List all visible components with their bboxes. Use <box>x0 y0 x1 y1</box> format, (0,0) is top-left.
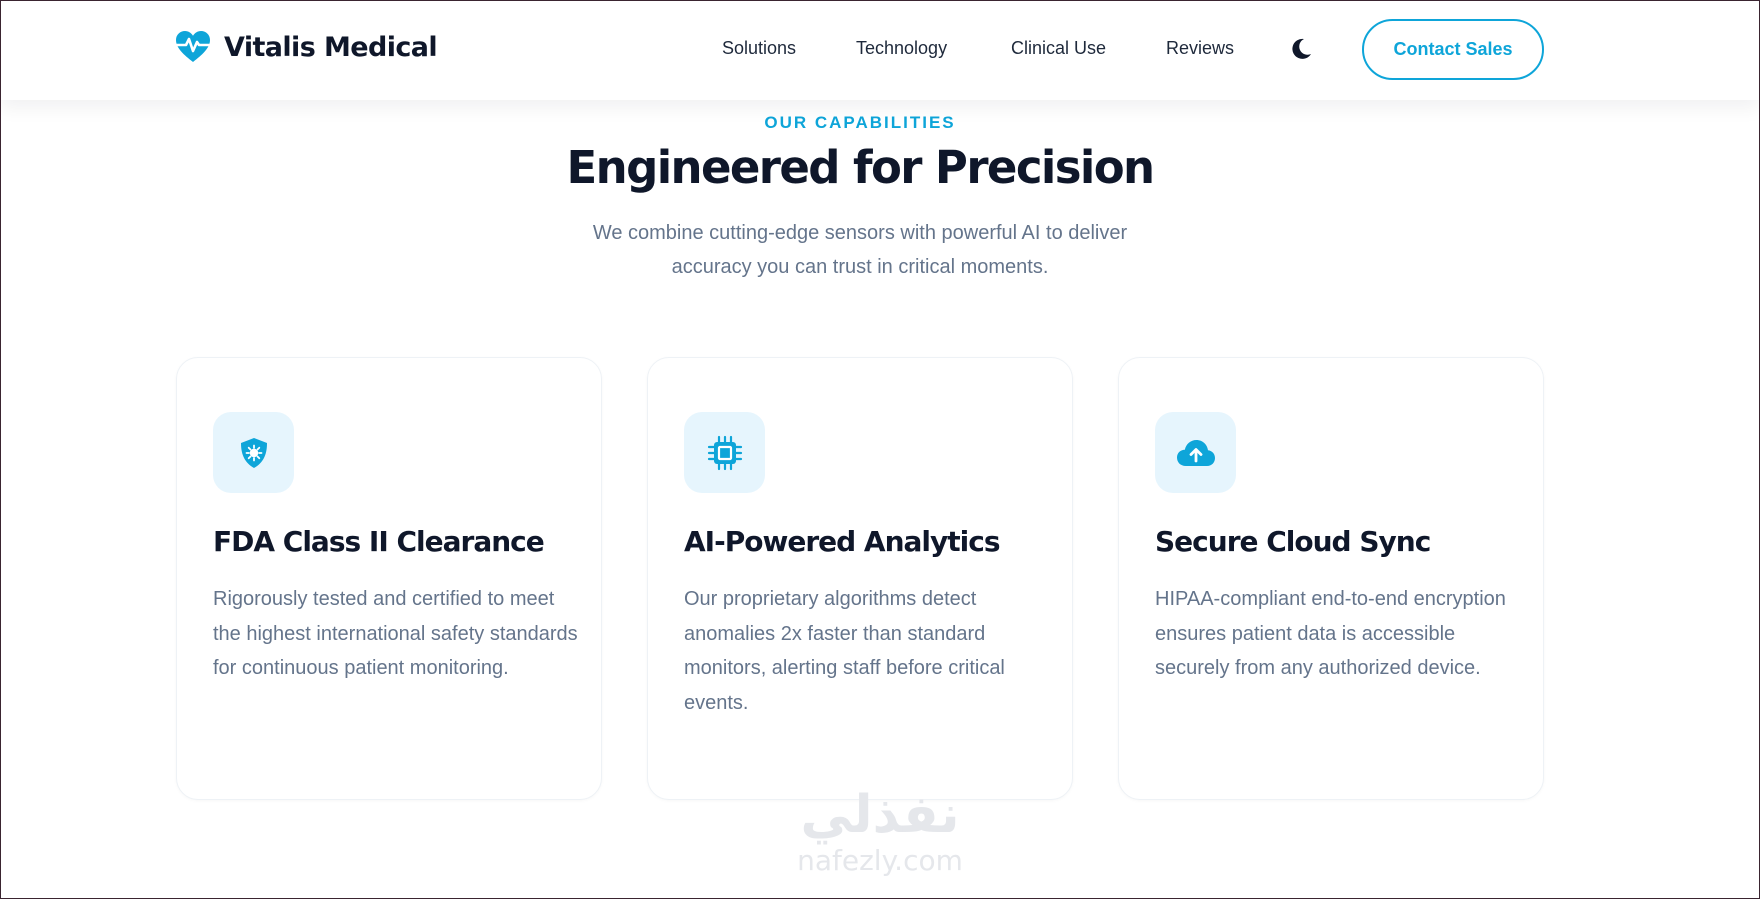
section-eyebrow: OUR CAPABILITIES <box>764 113 956 132</box>
nav-link-clinical-use[interactable]: Clinical Use <box>1011 38 1106 59</box>
card-icon-container <box>684 412 765 493</box>
feature-card-fda: FDA Class II Clearance Rigorously tested… <box>176 357 602 800</box>
card-title: AI-Powered Analytics <box>684 525 1001 558</box>
brand-name: Vitalis Medical <box>224 31 438 63</box>
card-description: HIPAA-compliant end-to-end encryption en… <box>1155 588 1506 679</box>
heart-pulse-icon <box>174 28 212 66</box>
section-subtitle: We combine cutting-edge sensors with pow… <box>592 222 1128 278</box>
feature-card-ai: AI-Powered Analytics Our proprietary alg… <box>647 357 1073 800</box>
theme-toggle-button[interactable] <box>1288 36 1314 62</box>
watermark: نفذلي nafezly.com <box>770 780 990 899</box>
card-title: FDA Class II Clearance <box>213 525 545 558</box>
contact-sales-button[interactable]: Contact Sales <box>1362 19 1544 80</box>
cloud-upload-icon <box>1176 439 1215 466</box>
moon-icon <box>1292 38 1311 59</box>
card-icon-container <box>1155 412 1236 493</box>
card-icon-container <box>213 412 294 493</box>
brand-logo[interactable]: Vitalis Medical <box>174 28 438 66</box>
card-description: Rigorously tested and certified to meet … <box>213 588 578 679</box>
watermark-url: nafezly.com <box>797 844 963 877</box>
nav-link-reviews[interactable]: Reviews <box>1166 38 1234 59</box>
section-title: Engineered for Precision <box>566 141 1156 194</box>
nav-link-technology[interactable]: Technology <box>856 38 947 59</box>
watermark-arabic: نفذلي <box>800 785 960 845</box>
nav-link-solutions[interactable]: Solutions <box>722 38 796 59</box>
site-header: Vitalis Medical Solutions Technology Cli… <box>0 0 1760 100</box>
feature-card-cloud: Secure Cloud Sync HIPAA-compliant end-to… <box>1118 357 1544 800</box>
card-description: Our proprietary algorithms detect anomal… <box>684 588 1005 714</box>
shield-virus-icon <box>240 437 267 468</box>
card-title: Secure Cloud Sync <box>1155 525 1431 558</box>
microchip-icon <box>707 435 742 470</box>
